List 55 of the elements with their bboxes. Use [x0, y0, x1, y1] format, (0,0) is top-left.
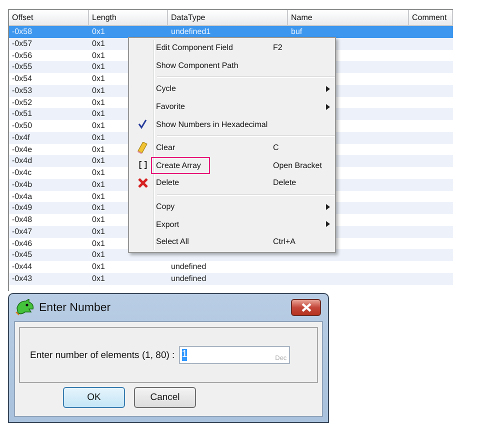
table-cell: undefined — [171, 274, 206, 283]
table-cell: 0x1 — [92, 98, 105, 106]
shortcut-label: Open Bracket — [273, 160, 322, 170]
table-cell: 0x1 — [92, 262, 105, 271]
table-cell: -0x54 — [12, 74, 32, 83]
table-cell: -0x4b — [12, 180, 32, 189]
table-cell: -0x56 — [12, 50, 32, 60]
table-cell: 0x1 — [92, 50, 105, 60]
table-cell: -0x4d — [12, 156, 32, 166]
table-cell: -0x53 — [12, 86, 32, 95]
table-cell: -0x48 — [12, 215, 32, 224]
table-cell: -0x47 — [12, 226, 32, 236]
shortcut-label: F2 — [273, 43, 282, 52]
table-cell: 0x1 — [92, 226, 105, 236]
table-cell: 0x1 — [92, 38, 105, 48]
table-cell: 0x1 — [92, 109, 105, 118]
table-cell: -0x49 — [12, 203, 32, 212]
table-cell: 0x1 — [92, 180, 105, 189]
table-cell: undefined1 — [171, 27, 211, 36]
table-cell: -0x4c — [12, 168, 32, 177]
table-cell: 0x1 — [92, 132, 105, 142]
table-cell: 0x1 — [92, 86, 105, 95]
table-cell: -0x58 — [12, 27, 32, 36]
table-cell: 0x1 — [92, 192, 105, 200]
table-cell: undefined — [171, 262, 206, 271]
table-cell: -0x45 — [12, 250, 32, 260]
table-cell: 0x1 — [92, 156, 105, 166]
table-cell: -0x51 — [12, 109, 32, 118]
prompt-label: Enter number of elements (1, 80) : — [30, 350, 175, 360]
table-cell: 0x1 — [92, 215, 105, 224]
table-cell: -0x43 — [12, 274, 32, 283]
shortcut-label: Ctrl+A — [273, 237, 296, 246]
table-cell: 0x1 — [92, 250, 105, 260]
table-cell: 0x1 — [92, 27, 105, 36]
table-cell: -0x50 — [12, 121, 32, 130]
table-cell: 0x1 — [92, 203, 105, 212]
table-cell: 0x1 — [92, 74, 105, 83]
table-cell: buf — [291, 27, 302, 36]
table-cell: -0x4f — [12, 132, 30, 142]
table-cell: 0x1 — [92, 168, 105, 177]
dialog-title: Enter Number — [39, 302, 111, 314]
table-cell: -0x46 — [12, 238, 32, 248]
table-cell: -0x55 — [12, 62, 32, 72]
table-cell: 0x1 — [92, 62, 105, 72]
shortcut-label: Delete — [273, 178, 296, 188]
table-cell: -0x4a — [12, 192, 32, 200]
table-cell: 0x1 — [92, 274, 105, 283]
table-cell: -0x57 — [12, 38, 32, 48]
table-cell: 0x1 — [92, 121, 105, 130]
shortcut-label: C — [273, 143, 279, 152]
table-cell: -0x52 — [12, 98, 32, 106]
table-cell: 0x1 — [92, 144, 105, 154]
table-cell: -0x4e — [12, 144, 32, 154]
table-cell: -0x44 — [12, 262, 32, 271]
table-cell: 0x1 — [92, 238, 105, 248]
